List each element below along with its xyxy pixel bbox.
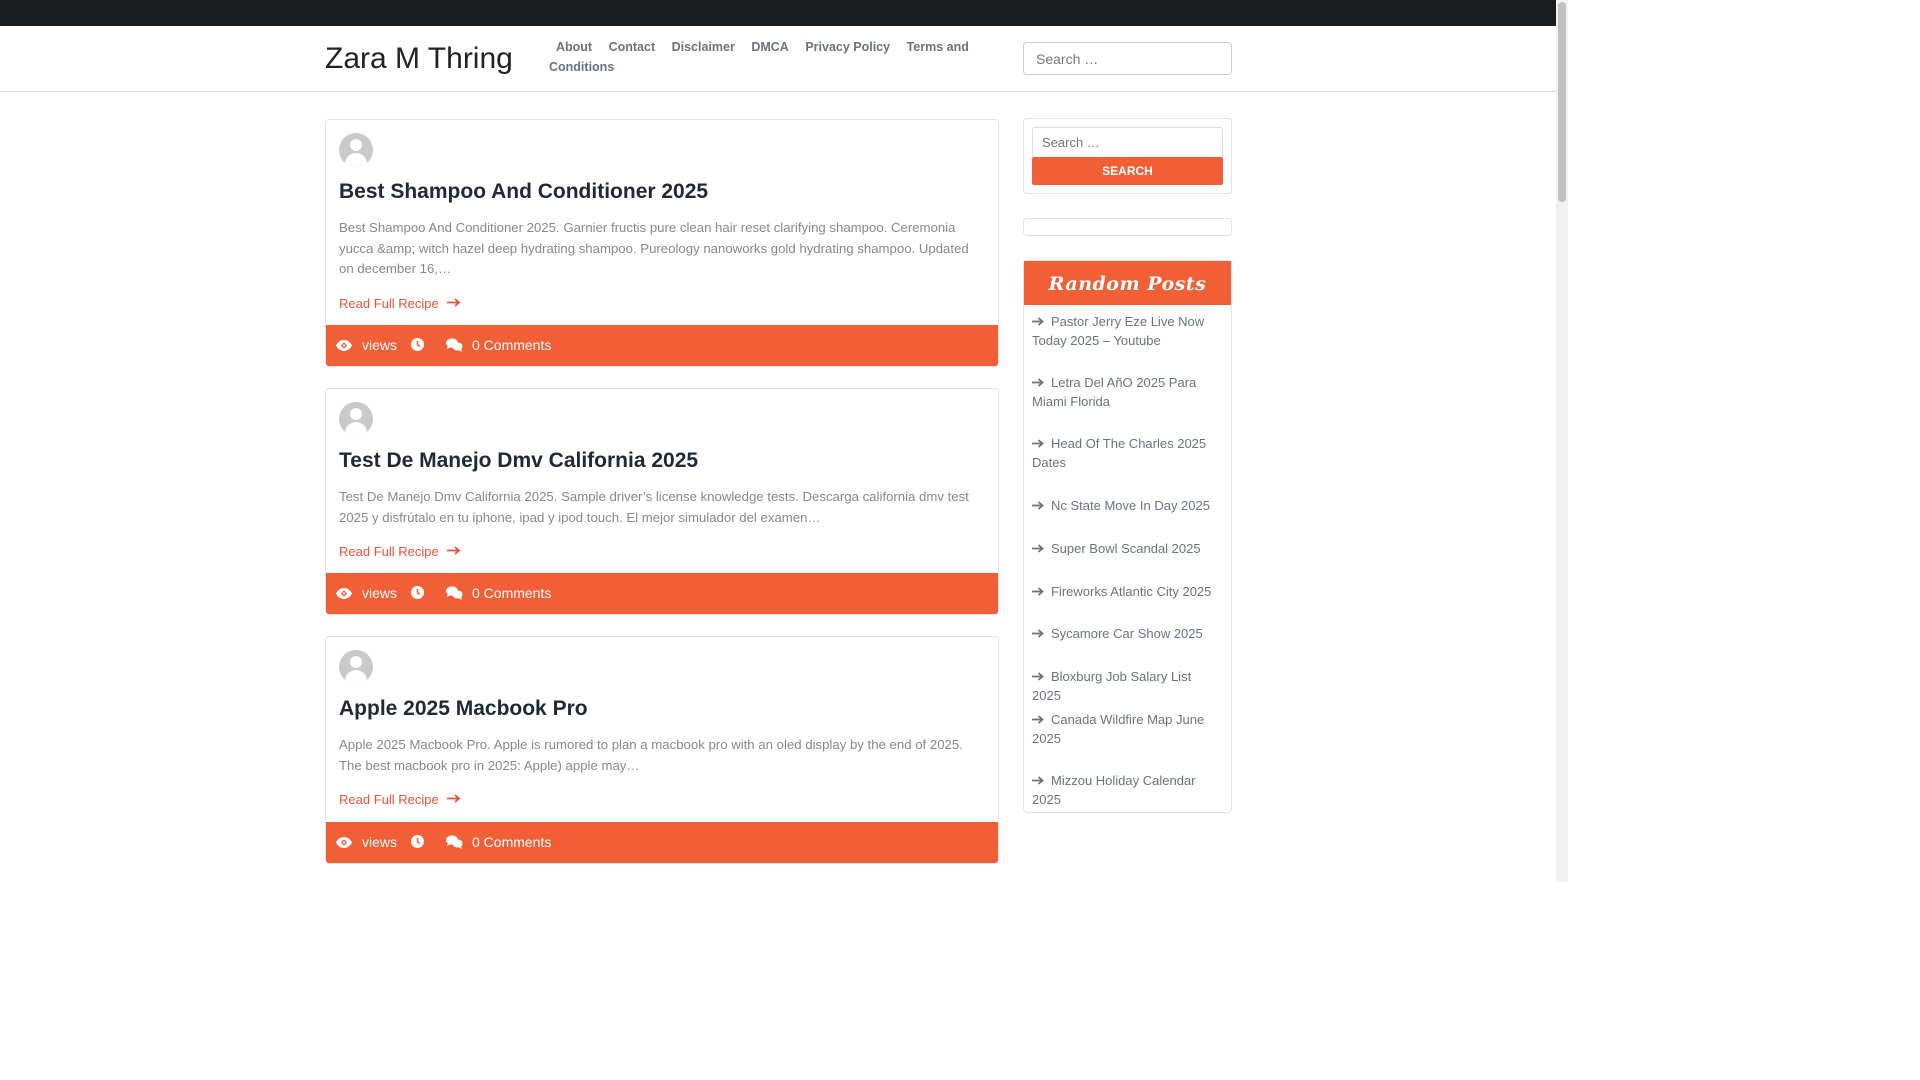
- header-search-input[interactable]: [1023, 42, 1232, 75]
- random-post-label: Letra Del AñO 2025 Para Miami Florida: [1032, 375, 1197, 409]
- post-excerpt: Apple 2025 Macbook Pro. Apple is rumored…: [339, 737, 963, 773]
- read-more-label: Read Full Recipe: [339, 544, 439, 559]
- comments-count[interactable]: 0 Comments: [472, 834, 551, 850]
- post-excerpt: Test De Manejo Dmv California 2025. Samp…: [339, 489, 969, 525]
- read-more-link[interactable]: Read Full Recipe: [339, 544, 461, 559]
- arrow-right-icon: [1032, 501, 1044, 510]
- random-posts-heading: Random Posts: [1024, 261, 1231, 305]
- avatar-icon: [339, 650, 373, 684]
- random-post-link[interactable]: Nc State Move In Day 2025: [1032, 497, 1222, 516]
- random-post-link[interactable]: Pastor Jerry Eze Live Now Today 2025 – Y…: [1032, 313, 1222, 350]
- sidebar-search-input[interactable]: [1032, 127, 1223, 158]
- views-label: views: [362, 585, 398, 601]
- random-post-link[interactable]: Bloxburg Job Salary List 2025: [1032, 668, 1222, 705]
- arrow-right-icon: [1032, 715, 1044, 724]
- random-posts-widget: Random Posts Pastor Jerry Eze Live Now T…: [1023, 260, 1232, 813]
- arrow-right-icon: [446, 546, 461, 555]
- views-label: views: [362, 834, 398, 850]
- comments-icon[interactable]: [446, 338, 463, 352]
- views-label: views: [362, 337, 398, 353]
- read-more-label: Read Full Recipe: [339, 792, 439, 807]
- arrow-right-icon: [1032, 587, 1044, 596]
- clock-icon: [411, 835, 424, 848]
- avatar-icon: [339, 133, 373, 167]
- random-post-label: Mizzou Holiday Calendar 2025: [1032, 773, 1196, 807]
- random-post-label: Nc State Move In Day 2025: [1051, 498, 1210, 513]
- random-post-label: Fireworks Atlantic City 2025: [1051, 584, 1212, 599]
- comments-count[interactable]: 0 Comments: [472, 585, 551, 601]
- sidebar-empty-widget: [1023, 218, 1232, 236]
- arrow-right-icon: [1032, 629, 1044, 638]
- nav-contact[interactable]: Contact: [609, 40, 656, 54]
- random-post-link[interactable]: Head Of The Charles 2025 Dates: [1032, 435, 1222, 472]
- nav-privacy-policy[interactable]: Privacy Policy: [805, 40, 890, 54]
- scrollbar-thumb[interactable]: [1558, 2, 1566, 202]
- arrow-right-icon: [1032, 544, 1044, 553]
- arrow-right-icon: [1032, 776, 1044, 785]
- read-more-label: Read Full Recipe: [339, 296, 439, 311]
- avatar-icon: [339, 402, 373, 436]
- random-post-link[interactable]: Canada Wildfire Map June 2025: [1032, 711, 1222, 748]
- nav-dmca[interactable]: DMCA: [751, 40, 789, 54]
- post-meta-bar: views 0 Comments: [326, 822, 998, 863]
- arrow-right-icon: [1032, 672, 1044, 681]
- clock-icon: [411, 586, 424, 599]
- post-meta-bar: views 0 Comments: [326, 573, 998, 614]
- random-post-label: Super Bowl Scandal 2025: [1051, 541, 1201, 556]
- arrow-right-icon: [446, 298, 461, 307]
- read-more-link[interactable]: Read Full Recipe: [339, 792, 461, 807]
- random-post-link[interactable]: Fireworks Atlantic City 2025: [1032, 583, 1222, 602]
- post-title[interactable]: Test De Manejo Dmv California 2025: [339, 449, 698, 473]
- post-title[interactable]: Apple 2025 Macbook Pro: [339, 697, 588, 721]
- arrow-right-icon: [1032, 378, 1044, 387]
- comments-icon[interactable]: [446, 586, 463, 600]
- clock-icon: [411, 338, 424, 351]
- nav-about[interactable]: About: [556, 40, 592, 54]
- eye-icon: [336, 340, 352, 351]
- random-post-label: Pastor Jerry Eze Live Now Today 2025 – Y…: [1032, 314, 1205, 348]
- post-title[interactable]: Best Shampoo And Conditioner 2025: [339, 180, 708, 204]
- random-post-label: Sycamore Car Show 2025: [1051, 626, 1203, 641]
- main-nav: About Contact Disclaimer DMCA Privacy Po…: [549, 38, 969, 77]
- scrollbar[interactable]: [1556, 0, 1568, 882]
- post-card: Apple 2025 Macbook Pro Apple 2025 Macboo…: [325, 636, 999, 864]
- post-meta-bar: views 0 Comments: [326, 325, 998, 366]
- arrow-right-icon: [446, 794, 461, 803]
- random-post-label: Bloxburg Job Salary List 2025: [1032, 669, 1192, 703]
- eye-icon: [336, 588, 352, 599]
- random-post-link[interactable]: Sycamore Car Show 2025: [1032, 625, 1222, 644]
- eye-icon: [336, 837, 352, 848]
- sidebar-search-button[interactable]: Search: [1032, 157, 1223, 185]
- site-title[interactable]: Zara M Thring: [325, 42, 513, 76]
- nav-disclaimer[interactable]: Disclaimer: [672, 40, 735, 54]
- comments-count[interactable]: 0 Comments: [472, 337, 551, 353]
- post-card: Test De Manejo Dmv California 2025 Test …: [325, 388, 999, 615]
- comments-icon[interactable]: [446, 835, 463, 849]
- random-post-link[interactable]: Mizzou Holiday Calendar 2025: [1032, 772, 1222, 809]
- site-header: Zara M Thring About Contact Disclaimer D…: [0, 26, 1556, 92]
- random-post-label: Head Of The Charles 2025 Dates: [1032, 436, 1207, 470]
- random-post-link[interactable]: Super Bowl Scandal 2025: [1032, 540, 1222, 559]
- random-post-link[interactable]: Letra Del AñO 2025 Para Miami Florida: [1032, 374, 1222, 411]
- post-card: Best Shampoo And Conditioner 2025 Best S…: [325, 119, 999, 367]
- post-excerpt: Best Shampoo And Conditioner 2025. Garni…: [339, 220, 969, 277]
- top-bar: [0, 0, 1556, 26]
- arrow-right-icon: [1032, 439, 1044, 448]
- read-more-link[interactable]: Read Full Recipe: [339, 296, 461, 311]
- arrow-right-icon: [1032, 317, 1044, 326]
- sidebar-search-widget: Search: [1023, 118, 1232, 194]
- random-post-label: Canada Wildfire Map June 2025: [1032, 712, 1205, 746]
